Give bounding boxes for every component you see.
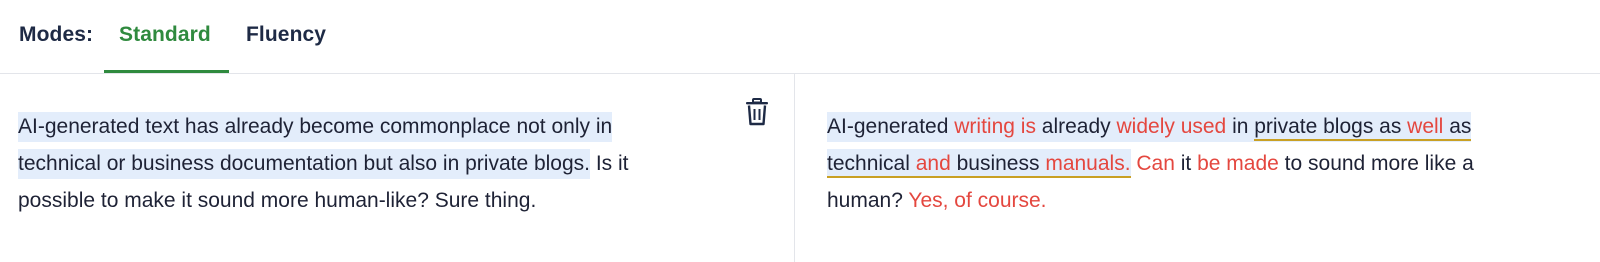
tab-fluency[interactable]: Fluency (246, 23, 326, 47)
output-text-segment: private blogs as (1254, 115, 1408, 138)
input-line: possible to make it sound more human-lik… (18, 182, 708, 219)
underlined-phrase[interactable]: private blogs as well as (1254, 115, 1472, 141)
changed-word[interactable]: Yes, of course. (908, 189, 1046, 212)
output-text-segment: as (1443, 115, 1472, 138)
output-text-segment: business (950, 152, 1046, 175)
output-text-segment: in (1226, 115, 1255, 138)
input-line: AI-generated text has already become com… (18, 108, 708, 145)
selected-text: technical and business manuals. (827, 149, 1131, 178)
output-text-segment: it (1174, 152, 1198, 175)
pane-divider (794, 74, 795, 262)
output-text[interactable]: AI-generated writing is already widely u… (827, 108, 1587, 219)
modes-bar: Modes: Standard Fluency (0, 0, 1600, 74)
changed-word[interactable]: Can (1136, 152, 1175, 175)
output-text-segment: technical (827, 152, 916, 175)
output-text-segment: to sound more like a (1278, 152, 1474, 175)
output-line: AI-generated writing is already widely u… (827, 108, 1587, 145)
paraphraser-app: Modes: Standard Fluency AI-generated tex… (0, 0, 1600, 262)
tab-standard[interactable]: Standard (119, 23, 211, 47)
selected-text: AI-generated text has already become com… (18, 112, 613, 142)
changed-word[interactable]: widely used (1117, 115, 1227, 138)
changed-word[interactable]: be made (1197, 152, 1279, 175)
selected-text: technical or business documentation but … (18, 149, 591, 179)
modes-label: Modes: (19, 23, 94, 46)
changed-word[interactable]: writing is (954, 115, 1036, 138)
output-text-segment: human? (827, 189, 909, 212)
active-tab-indicator (104, 70, 229, 73)
output-text-segment: AI-generated (827, 115, 955, 138)
input-line: technical or business documentation but … (18, 145, 708, 182)
selected-text: AI-generated writing is already widely u… (827, 112, 1472, 142)
trash-icon[interactable] (745, 98, 769, 126)
input-text[interactable]: AI-generated text has already become com… (18, 108, 708, 219)
output-text-segment: already (1035, 115, 1117, 138)
output-line: human? Yes, of course. (827, 182, 1587, 219)
input-text-segment: Is it (590, 152, 629, 175)
input-text-segment: possible to make it sound more human-lik… (18, 189, 537, 212)
changed-word[interactable]: and (916, 152, 951, 175)
output-line: technical and business manuals. Can it b… (827, 145, 1587, 182)
changed-word[interactable]: manuals. (1045, 152, 1130, 175)
changed-word[interactable]: well (1407, 115, 1443, 138)
